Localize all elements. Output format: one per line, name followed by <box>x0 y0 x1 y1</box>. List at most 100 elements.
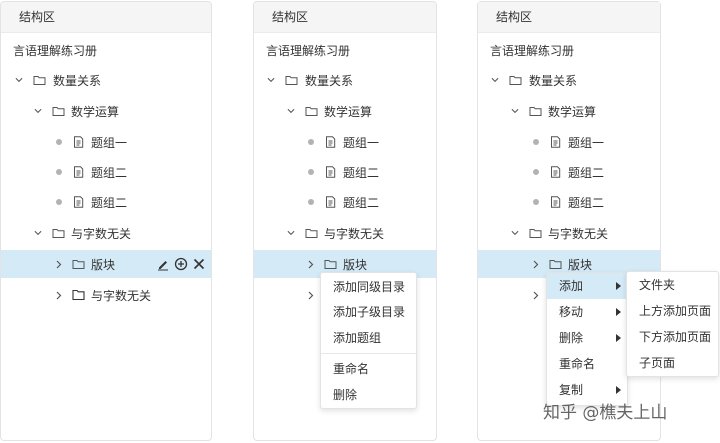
chevron-right-icon[interactable] <box>307 258 315 270</box>
menu-item-label: 删除 <box>559 331 584 345</box>
tree-node-bankuai[interactable]: 版块 <box>1 250 211 278</box>
folder-icon <box>72 289 85 301</box>
tree-node-yuzishuwuguan-2[interactable]: 与字数无关 <box>1 281 211 309</box>
tree-leaf-tizu2[interactable]: 题组二 <box>254 158 436 186</box>
panel-title: 结构区 <box>1 2 211 33</box>
bullet-dot-icon <box>308 169 314 175</box>
tree-node-label: 与字数无关 <box>71 226 132 241</box>
chevron-right-icon[interactable] <box>532 289 540 301</box>
tree-node-label: 题组一 <box>91 135 128 150</box>
chevron-down-icon[interactable] <box>511 105 519 117</box>
submenu: 文件夹 上方添加页面 下方添加页面 子页面 <box>626 271 719 377</box>
menu-item-delete[interactable]: 删除 <box>321 382 416 408</box>
tree-node-shuliangguanxi[interactable]: 数量关系 <box>254 66 436 94</box>
tree-node-label: 题组二 <box>568 165 605 180</box>
menu-item-add-child[interactable]: 添加子级目录 <box>321 299 416 325</box>
tree-node-label: 与字数无关 <box>324 226 385 241</box>
panel-title: 结构区 <box>478 2 660 33</box>
document-icon <box>551 136 561 148</box>
tree-node-label: 数量关系 <box>53 73 102 88</box>
tree-node-label: 题组一 <box>568 135 605 150</box>
edit-icon[interactable] <box>156 257 170 271</box>
tree-node-shuliangguanxi[interactable]: 数量关系 <box>1 66 211 94</box>
tree-node-label: 与字数无关 <box>91 288 152 303</box>
menu-item-move[interactable]: 移动 <box>547 299 627 325</box>
tree-root-label[interactable]: 言语理解练习册 <box>266 42 350 59</box>
submenu-arrow-icon <box>616 282 621 290</box>
bullet-dot-icon <box>533 139 539 145</box>
tree-leaf-tizu1[interactable]: 题组一 <box>254 128 436 156</box>
chevron-down-icon[interactable] <box>491 74 499 86</box>
bullet-dot-icon <box>533 199 539 205</box>
chevron-down-icon[interactable] <box>34 227 42 239</box>
menu-item-add-group[interactable]: 添加题组 <box>321 325 416 351</box>
bullet-dot-icon <box>308 139 314 145</box>
tree-leaf-tizu2b[interactable]: 题组二 <box>478 188 660 216</box>
menu-item-label: 移动 <box>559 305 584 319</box>
tree-leaf-tizu2[interactable]: 题组二 <box>1 158 211 186</box>
tree-node-label: 数学运算 <box>71 104 120 119</box>
tree-node-shuxueyunsuan[interactable]: 数学运算 <box>254 97 436 125</box>
menu-item-rename[interactable]: 重命名 <box>321 356 416 382</box>
document-icon <box>74 196 84 208</box>
tree-node-shuliangguanxi[interactable]: 数量关系 <box>478 66 660 94</box>
bullet-dot-icon <box>308 199 314 205</box>
submenu-item-add-below[interactable]: 下方添加页面 <box>627 324 718 350</box>
context-menu: 添加 移动 删除 重命名 复制 <box>546 272 628 406</box>
tree-node-yuzishuwuguan[interactable]: 与字数无关 <box>254 219 436 247</box>
add-circle-icon[interactable] <box>174 257 188 271</box>
tree-node-shuxueyunsuan[interactable]: 数学运算 <box>1 97 211 125</box>
menu-item-delete[interactable]: 删除 <box>547 325 627 351</box>
tree-root-label[interactable]: 言语理解练习册 <box>490 42 574 59</box>
menu-item-add-sibling[interactable]: 添加同级目录 <box>321 273 416 299</box>
folder-icon <box>549 260 562 269</box>
chevron-down-icon[interactable] <box>15 74 23 86</box>
document-icon <box>326 166 336 178</box>
close-icon[interactable] <box>192 257 206 271</box>
chevron-down-icon[interactable] <box>511 227 519 239</box>
tree-node-label: 与字数无关 <box>548 226 609 241</box>
watermark: 知乎 @樵夫上山 <box>543 403 668 423</box>
menu-divider <box>321 353 416 354</box>
document-icon <box>74 136 84 148</box>
chevron-right-icon[interactable] <box>307 289 315 301</box>
chevron-down-icon[interactable] <box>267 74 275 86</box>
document-icon <box>551 196 561 208</box>
tree-node-label: 版块 <box>343 257 368 272</box>
bullet-dot-icon <box>56 199 62 205</box>
submenu-arrow-icon <box>616 308 621 316</box>
folder-icon <box>52 107 65 116</box>
submenu-item-subpage[interactable]: 子页面 <box>627 350 718 376</box>
folder-icon <box>509 76 522 85</box>
menu-item-add[interactable]: 添加 <box>547 273 627 299</box>
tree-leaf-tizu2b[interactable]: 题组二 <box>254 188 436 216</box>
tree-leaf-tizu2[interactable]: 题组二 <box>478 158 660 186</box>
submenu-item-add-above[interactable]: 上方添加页面 <box>627 298 718 324</box>
tree-leaf-tizu1[interactable]: 题组一 <box>478 128 660 156</box>
chevron-down-icon[interactable] <box>287 105 295 117</box>
panel-title: 结构区 <box>254 2 436 33</box>
submenu-arrow-icon <box>616 386 621 394</box>
tree-node-label: 题组二 <box>91 165 128 180</box>
tree-node-label: 题组二 <box>568 195 605 210</box>
tree-root-label[interactable]: 言语理解练习册 <box>13 42 97 59</box>
tree-node-yuzishuwuguan[interactable]: 与字数无关 <box>478 219 660 247</box>
tree-node-yuzishuwuguan[interactable]: 与字数无关 <box>1 219 211 247</box>
chevron-right-icon[interactable] <box>55 289 63 301</box>
tree-node-label: 题组二 <box>343 165 380 180</box>
bullet-dot-icon <box>56 139 62 145</box>
chevron-right-icon[interactable] <box>55 258 63 270</box>
folder-icon <box>285 76 298 85</box>
tree-leaf-tizu2b[interactable]: 题组二 <box>1 188 211 216</box>
tree-node-label: 数量关系 <box>529 73 578 88</box>
tree-node-label: 数学运算 <box>548 104 597 119</box>
document-icon <box>326 136 336 148</box>
chevron-down-icon[interactable] <box>287 227 295 239</box>
chevron-down-icon[interactable] <box>34 105 42 117</box>
menu-item-rename[interactable]: 重命名 <box>547 351 627 377</box>
submenu-item-folder[interactable]: 文件夹 <box>627 272 718 298</box>
tree-leaf-tizu1[interactable]: 题组一 <box>1 128 211 156</box>
tree-node-shuxueyunsuan[interactable]: 数学运算 <box>478 97 660 125</box>
chevron-right-icon[interactable] <box>532 258 540 270</box>
tree-node-label: 数学运算 <box>324 104 373 119</box>
